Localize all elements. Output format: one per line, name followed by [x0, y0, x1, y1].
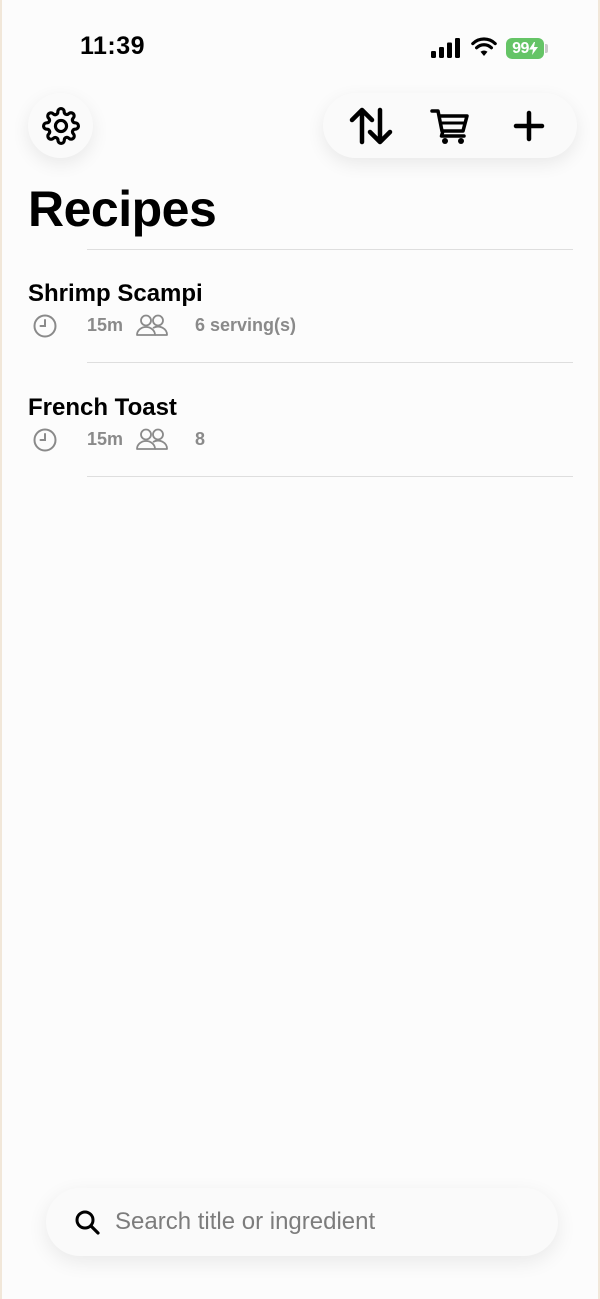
people-icon — [136, 314, 168, 336]
wifi-icon — [471, 37, 497, 56]
recipe-title: Shrimp Scampi — [28, 280, 203, 307]
recipe-time: 15m — [87, 315, 124, 335]
sort-arrows-icon — [349, 107, 392, 144]
recipe-servings: 6 serving(s) — [195, 315, 297, 335]
clock-icon — [33, 314, 57, 338]
sort-button[interactable] — [341, 96, 401, 156]
gear-icon — [41, 106, 80, 145]
charging-bolt-icon — [528, 42, 538, 55]
add-recipe-button[interactable] — [499, 96, 559, 156]
people-icon — [136, 428, 168, 450]
page-title: Recipes — [28, 181, 217, 237]
recipe-list-item[interactable]: Shrimp Scampi 15m 6 serving(s) — [28, 280, 573, 375]
divider — [87, 362, 573, 363]
recipes-screen: 11:39 99 Recipes Shrimp Scampi 15m 6 ser… — [0, 0, 600, 1299]
recipe-title: French Toast — [28, 394, 177, 421]
cellular-signal-icon — [431, 38, 460, 58]
clock-icon — [33, 428, 57, 452]
search-icon — [75, 1210, 100, 1235]
toolbar — [323, 93, 577, 158]
search-input[interactable] — [115, 1208, 515, 1236]
battery-level: 99 — [512, 39, 529, 57]
cart-icon — [430, 108, 469, 144]
recipe-list-item[interactable]: French Toast 15m 8 — [28, 394, 573, 489]
divider — [87, 249, 573, 250]
shopping-cart-button[interactable] — [420, 96, 480, 156]
battery-cap — [545, 44, 548, 53]
battery-indicator: 99 — [506, 38, 544, 59]
plus-icon — [514, 110, 545, 141]
recipe-time: 15m — [87, 429, 124, 449]
recipe-servings: 8 — [195, 429, 206, 449]
status-time: 11:39 — [80, 32, 146, 60]
settings-button[interactable] — [28, 93, 93, 158]
divider — [87, 476, 573, 477]
search-bar[interactable] — [46, 1188, 558, 1256]
